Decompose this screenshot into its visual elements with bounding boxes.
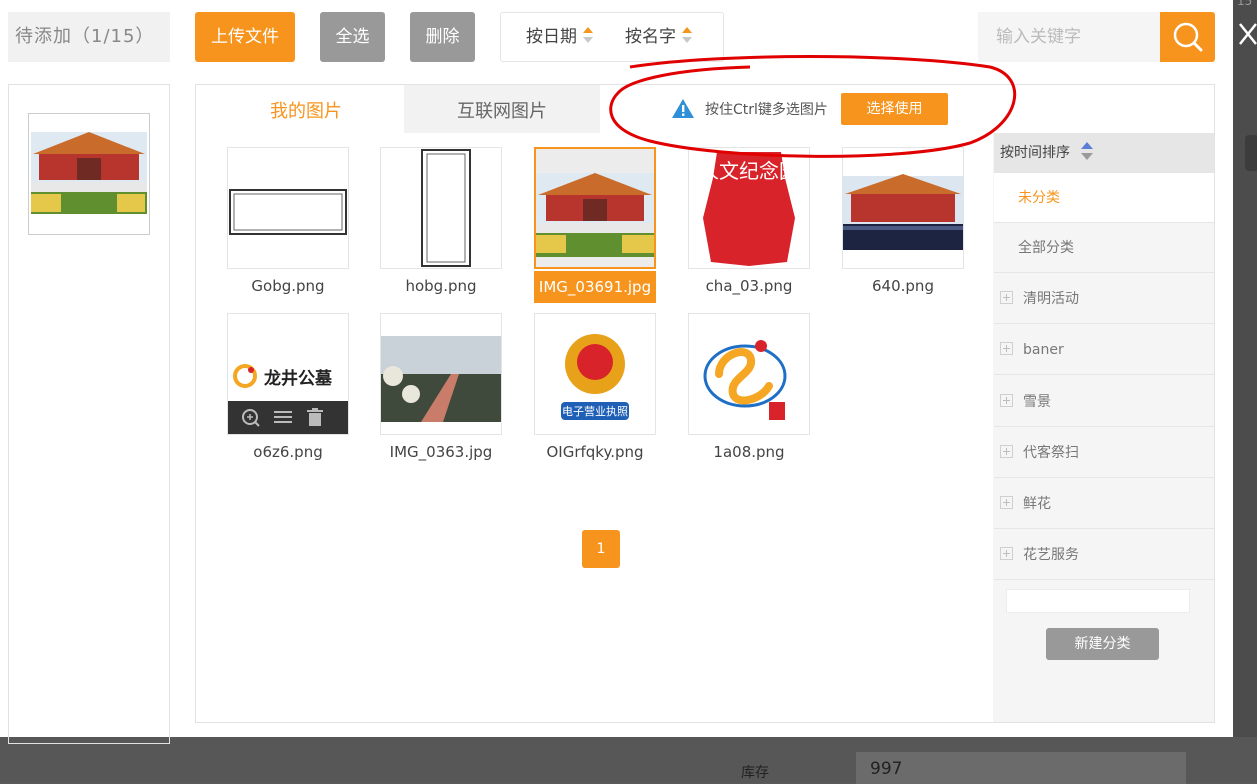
sort-arrows-icon	[583, 27, 593, 43]
category-item[interactable]: 清明活动	[994, 274, 1214, 324]
license-text: 电子营业执照	[562, 404, 628, 418]
category-label: 未分类	[1018, 190, 1060, 206]
image-name: OIGrfqky.png	[546, 443, 644, 461]
selected-preview-panel	[8, 84, 170, 744]
upload-button[interactable]: 上传文件	[195, 12, 295, 62]
category-uncategorized[interactable]: 未分类	[994, 173, 1214, 223]
category-label: 雪景	[1023, 394, 1051, 410]
image-name: o6z6.png	[253, 443, 323, 461]
search-button[interactable]	[1160, 12, 1215, 62]
pending-count: 待添加（1/15）	[8, 12, 170, 62]
close-icon[interactable]	[1236, 14, 1257, 58]
new-category-input[interactable]	[1006, 589, 1190, 613]
expand-icon[interactable]	[1000, 341, 1013, 355]
image-thumb[interactable]	[688, 313, 810, 435]
category-all[interactable]: 全部分类	[994, 223, 1214, 273]
image-thumb[interactable]	[380, 147, 502, 269]
image-thumb[interactable]: 龙井公墓	[227, 313, 349, 435]
image-name: 1a08.png	[713, 443, 785, 461]
image-name: cha_03.png	[705, 277, 793, 295]
category-label: 清明活动	[1023, 291, 1079, 307]
trash-icon[interactable]	[307, 408, 323, 426]
image-name: 640.png	[872, 277, 934, 295]
image-picker-dialog: 待添加（1/15） 上传文件 全选 删除 按日期 按名字 输入关键字 我的图片 …	[0, 0, 1233, 744]
sort-by-name[interactable]: 按名字	[625, 13, 692, 61]
sort-by-name-label: 按名字	[625, 27, 676, 47]
menu-icon[interactable]	[274, 411, 292, 423]
category-label: baner	[1023, 342, 1064, 358]
sort-toggle-icon	[1081, 142, 1094, 160]
expand-icon[interactable]	[1000, 546, 1013, 560]
image-library-panel: 我的图片 互联网图片 按住Ctrl键多选图片 选择使用 Gobg.png hob…	[195, 84, 1215, 723]
select-all-button[interactable]: 全选	[320, 12, 385, 62]
category-label: 代客祭扫	[1023, 445, 1079, 461]
sort-arrows-icon	[682, 27, 692, 43]
sort-by-date[interactable]: 按日期	[526, 13, 593, 61]
selected-preview-thumb[interactable]	[28, 113, 150, 235]
category-item[interactable]: 花艺服务	[994, 530, 1214, 580]
backdrop-right	[1233, 0, 1257, 737]
inventory-label: 库存	[741, 765, 769, 781]
image-thumb[interactable]: 人文纪念园	[688, 147, 810, 269]
image-name: IMG_0363.jpg	[389, 443, 493, 461]
expand-icon[interactable]	[1000, 290, 1013, 304]
backdrop-edge-button	[1245, 135, 1257, 171]
category-label: 花艺服务	[1023, 547, 1079, 563]
image-hover-toolbar	[228, 401, 348, 434]
red-annotation-ellipse	[609, 55, 1017, 158]
image-thumb[interactable]	[534, 147, 656, 269]
category-label: 鲜花	[1023, 496, 1051, 512]
image-name: hobg.png	[405, 277, 477, 295]
image-grid: Gobg.png hobg.png IMG_03691.jpg 人文纪念园 ch…	[196, 133, 993, 722]
inventory-field	[856, 752, 1186, 784]
expand-icon[interactable]	[1000, 495, 1013, 509]
image-thumb[interactable]: 电子营业执照	[534, 313, 656, 435]
page-button-current[interactable]: 1	[582, 530, 620, 568]
image-name: IMG_03691.jpg	[534, 271, 656, 303]
image-thumb[interactable]	[380, 313, 502, 435]
delete-button[interactable]: 删除	[410, 12, 475, 62]
category-item[interactable]: 代客祭扫	[994, 428, 1214, 478]
image-thumb[interactable]	[227, 147, 349, 269]
tab-web-images[interactable]: 互联网图片	[404, 85, 600, 133]
category-item[interactable]: 鲜花	[994, 479, 1214, 529]
backdrop-edge-number: 15	[1237, 0, 1253, 8]
tab-my-images[interactable]: 我的图片	[208, 85, 404, 133]
image-name: Gobg.png	[251, 277, 325, 295]
category-item[interactable]: 雪景	[994, 377, 1214, 427]
category-item[interactable]: baner	[994, 325, 1214, 375]
category-label: 全部分类	[1018, 240, 1074, 256]
new-category-button[interactable]: 新建分类	[1046, 628, 1159, 660]
search-icon	[1173, 22, 1203, 52]
sort-by-date-label: 按日期	[526, 27, 577, 47]
expand-icon[interactable]	[1000, 444, 1013, 458]
inventory-value: 997	[870, 759, 903, 779]
expand-icon[interactable]	[1000, 393, 1013, 407]
zoom-icon[interactable]	[242, 409, 260, 427]
logo-text: 龙井公墓	[263, 368, 333, 389]
image-thumb[interactable]	[842, 147, 964, 269]
category-sidebar: 按时间排序 未分类 全部分类 清明活动 baner 雪景 代客祭扫 鲜花 花艺服…	[994, 133, 1214, 722]
